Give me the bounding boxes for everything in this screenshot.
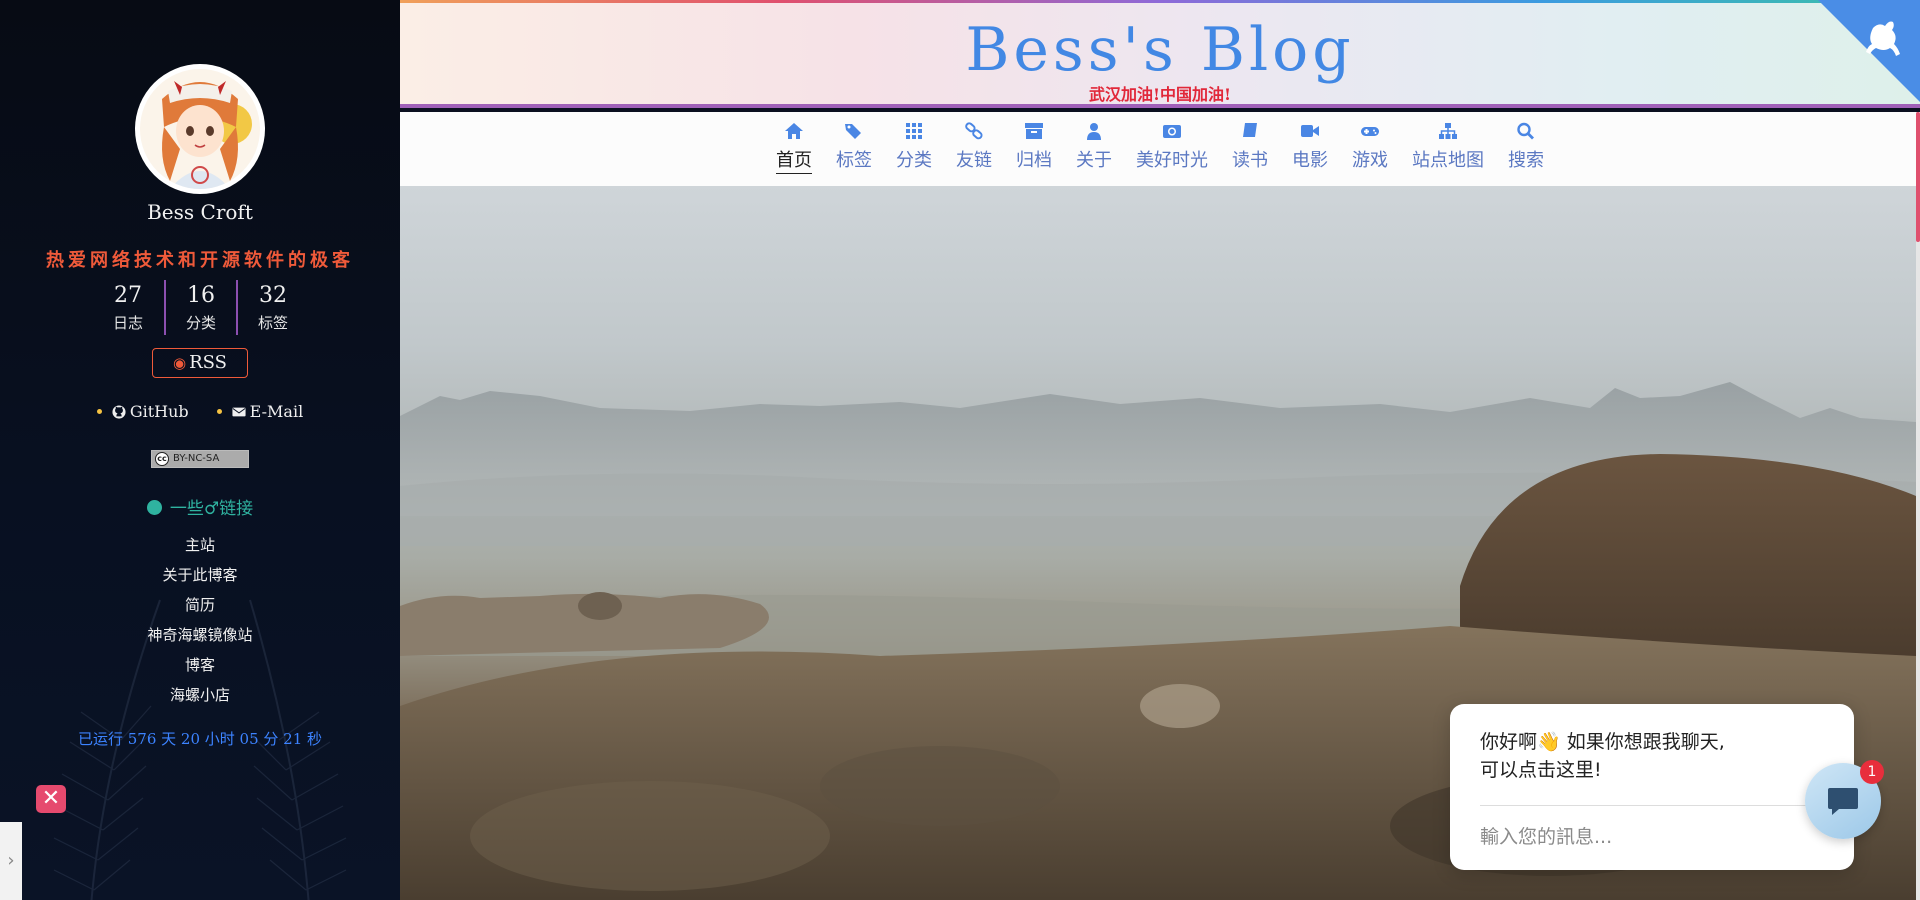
site-runtime: 已运行 576 天 20 小时 05 分 21 秒 <box>77 730 323 748</box>
nav-label: 搜索 <box>1508 150 1544 171</box>
nav-label: 友链 <box>956 150 992 171</box>
site-stats: 27 日志 16 分类 32 标签 <box>0 280 400 335</box>
bullet-dot <box>216 409 222 414</box>
link-icon <box>964 122 984 140</box>
blogroll-link[interactable]: 博客 <box>0 650 400 680</box>
nav-label: 美好时光 <box>1136 150 1208 171</box>
nav-item-movies[interactable]: 电影 <box>1281 112 1339 186</box>
chat-input[interactable] <box>1480 822 1810 852</box>
sidebar: Bess Croft 热爱网络技术和开源软件的极客 27 日志 16 分类 32… <box>0 0 400 900</box>
author-name: Bess Croft <box>147 200 253 224</box>
blogroll-link[interactable]: 海螺小店 <box>0 680 400 710</box>
blogroll-list: 主站 关于此博客 简历 神奇海螺镜像站 博客 海螺小店 <box>0 530 400 710</box>
grid-icon <box>904 122 924 140</box>
nav-item-categories[interactable]: 分类 <box>885 112 943 186</box>
blogroll-link[interactable]: 简历 <box>0 590 400 620</box>
social-label-email: E-Mail <box>249 402 304 421</box>
nav-label: 游戏 <box>1352 150 1388 171</box>
chat-divider <box>1480 805 1816 806</box>
rss-button[interactable]: ◉ RSS <box>152 348 248 378</box>
archive-icon <box>1024 122 1044 140</box>
stat-categories-label: 分类 <box>185 314 216 332</box>
stat-categories-count: 16 <box>187 283 215 308</box>
nav-item-games[interactable]: 游戏 <box>1341 112 1399 186</box>
page-scrollbar[interactable] <box>1916 112 1920 900</box>
chat-bubble-icon <box>1828 788 1858 815</box>
blogroll-link[interactable]: 关于此博客 <box>0 560 400 590</box>
site-header: Bess's Blog 武汉加油!中国加油! <box>400 3 1920 108</box>
nav-item-tags[interactable]: 标签 <box>825 112 883 186</box>
nav-label: 站点地图 <box>1412 150 1484 171</box>
envelope-icon <box>232 407 246 416</box>
search-icon <box>1516 122 1536 140</box>
sidebar-toggle-button[interactable]: › <box>0 822 22 900</box>
bullet-dot <box>96 409 102 414</box>
sitemap-icon <box>1438 122 1458 140</box>
home-icon <box>784 122 804 140</box>
stat-tags[interactable]: 32 标签 <box>236 280 308 335</box>
nav-item-sitemap[interactable]: 站点地图 <box>1401 112 1495 186</box>
chat-popup[interactable]: 你好啊👋 如果你想跟我聊天, 可以点击这里! <box>1450 704 1854 870</box>
github-icon <box>112 404 126 419</box>
stat-tags-count: 32 <box>259 283 287 308</box>
license-label: BY-NC-SA <box>173 453 220 464</box>
camera-icon <box>1162 122 1182 140</box>
video-icon <box>1300 122 1320 140</box>
stat-tags-label: 标签 <box>257 314 288 332</box>
social-link-email[interactable]: E-Mail <box>216 402 304 421</box>
scrollbar-thumb[interactable] <box>1916 112 1920 242</box>
license-badge[interactable]: cc BY-NC-SA <box>151 450 249 468</box>
book-icon <box>1240 122 1260 140</box>
main-nav: 首页 标签 分类 友链 归档 关于 美好时光 读书 电影 游戏 站点地图 搜索 <box>400 112 1920 186</box>
rss-icon: ◉ <box>173 354 187 372</box>
author-motto: 热爱网络技术和开源软件的极客 <box>46 250 354 271</box>
tags-icon <box>844 122 864 140</box>
blogroll-link[interactable]: 神奇海螺镜像站 <box>0 620 400 650</box>
nav-label: 关于 <box>1076 150 1112 171</box>
nav-item-home[interactable]: 首页 <box>765 112 823 186</box>
nav-item-search[interactable]: 搜索 <box>1497 112 1555 186</box>
stat-categories[interactable]: 16 分类 <box>164 280 236 335</box>
stat-posts-count: 27 <box>114 283 142 308</box>
user-icon <box>1084 122 1104 140</box>
globe-icon <box>146 500 162 515</box>
creative-commons-icon: cc <box>155 452 169 466</box>
site-subtitle: 武汉加油!中国加油! <box>1088 85 1232 104</box>
rss-label: RSS <box>189 352 227 373</box>
stat-posts-label: 日志 <box>112 314 143 332</box>
gamepad-icon <box>1360 122 1380 140</box>
nav-item-friends[interactable]: 友链 <box>945 112 1003 186</box>
chat-message-line: 可以点击这里! <box>1480 759 1602 781</box>
nav-label: 电影 <box>1292 150 1328 171</box>
nav-item-archives[interactable]: 归档 <box>1005 112 1063 186</box>
nav-label: 首页 <box>776 146 812 174</box>
avatar[interactable] <box>135 64 265 194</box>
github-corner-icon[interactable] <box>1818 0 1920 102</box>
nav-label: 标签 <box>836 150 872 171</box>
nav-item-about[interactable]: 关于 <box>1065 112 1123 186</box>
nav-item-moments[interactable]: 美好时光 <box>1125 112 1219 186</box>
links-title: 一些♂链接 <box>0 494 400 519</box>
chat-message: 你好啊👋 如果你想跟我聊天, 可以点击这里! <box>1480 728 1820 784</box>
social-link-github[interactable]: GitHub <box>96 402 189 421</box>
nav-label: 归档 <box>1016 150 1052 171</box>
blogroll-link[interactable]: 主站 <box>0 530 400 560</box>
links-title-text: 一些♂链接 <box>169 499 254 519</box>
chat-message-line: 你好啊👋 如果你想跟我聊天, <box>1480 731 1725 753</box>
chat-unread-badge: 1 <box>1860 760 1884 784</box>
social-label-github: GitHub <box>129 402 189 421</box>
nav-item-books[interactable]: 读书 <box>1221 112 1279 186</box>
nav-label: 分类 <box>896 150 932 171</box>
close-sidebar-button[interactable]: ✕ <box>36 785 66 813</box>
stat-posts[interactable]: 27 日志 <box>92 280 164 335</box>
avatar-image <box>140 69 260 189</box>
nav-label: 读书 <box>1232 150 1268 171</box>
social-links: GitHub E-Mail <box>0 402 400 421</box>
